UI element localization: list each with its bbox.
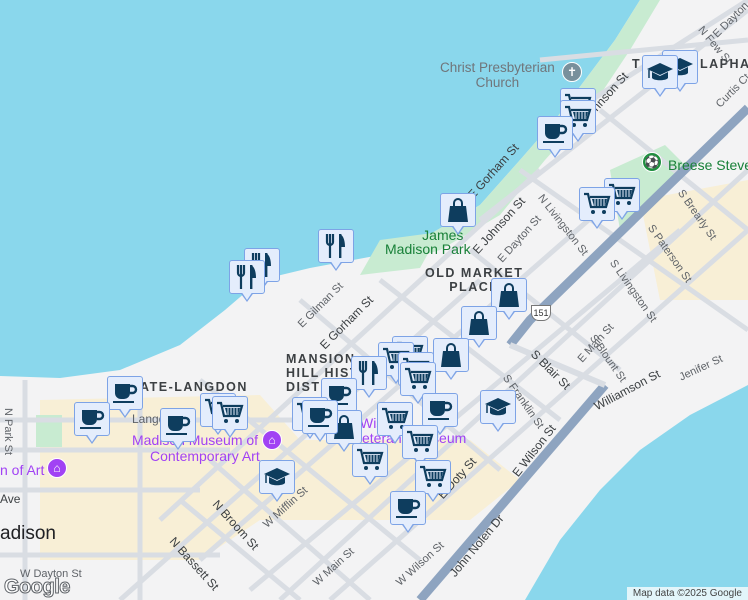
shopping-cart-icon — [406, 429, 434, 455]
marker-pointer-inner — [445, 369, 457, 378]
marker-pointer-inner — [452, 224, 464, 233]
map-attribution[interactable]: Map data ©2025 Google — [626, 587, 748, 600]
marker-pointer-inner — [363, 387, 375, 396]
coffee-cup-icon — [542, 121, 568, 145]
marker-box — [415, 460, 451, 494]
marker-cart[interactable] — [579, 187, 615, 231]
marker-box — [422, 393, 458, 427]
street-label: Ave — [0, 492, 21, 506]
marker-cup[interactable] — [302, 400, 338, 444]
district-state-langdon: ATE-LANGDON — [140, 380, 248, 394]
marker-pointer-inner — [572, 131, 584, 140]
shopping-bag-icon — [446, 197, 470, 223]
marker-box — [537, 116, 573, 150]
marker-pointer-inner — [172, 439, 184, 448]
marker-pointer-inner — [591, 218, 603, 227]
marker-utensils[interactable] — [229, 260, 265, 304]
marker-box — [318, 229, 354, 263]
marker-cup[interactable] — [74, 402, 110, 446]
marker-pointer-inner — [402, 522, 414, 531]
marker-cup[interactable] — [107, 376, 143, 420]
marker-grad[interactable] — [259, 460, 295, 504]
marker-pointer-inner — [616, 209, 628, 218]
coffee-cup-icon — [427, 398, 453, 422]
shopping-cart-icon — [356, 447, 384, 473]
marker-bag[interactable] — [440, 193, 476, 237]
graduation-cap-icon — [263, 465, 291, 489]
marker-box — [302, 400, 338, 434]
shopping-cart-icon — [404, 366, 432, 392]
marker-box — [579, 187, 615, 221]
google-logo: Google — [4, 576, 71, 599]
street-label-n-park-st: N Park St — [2, 408, 14, 456]
marker-pointer-inner — [241, 291, 253, 300]
marker-cart[interactable] — [352, 443, 388, 487]
marker-pointer-inner — [654, 86, 666, 95]
marker-utensils[interactable] — [318, 229, 354, 273]
shopping-cart-icon — [583, 191, 611, 217]
shopping-bag-icon — [439, 342, 463, 368]
poi-breese-stevens-field[interactable]: Breese Steve — [668, 157, 748, 173]
marker-box — [461, 306, 497, 340]
marker-box — [259, 460, 295, 494]
marker-cup[interactable] — [537, 116, 573, 160]
marker-pointer-inner — [224, 427, 236, 436]
coffee-cup-icon — [165, 413, 191, 437]
marker-cup[interactable] — [390, 491, 426, 535]
marker-cart[interactable] — [212, 396, 248, 440]
utensils-icon — [235, 263, 259, 291]
marker-box — [642, 55, 678, 89]
marker-box — [402, 425, 438, 459]
marker-pointer-inner — [549, 147, 561, 156]
marker-box — [400, 362, 436, 396]
graduation-cap-icon — [646, 60, 674, 84]
marker-pointer-inner — [314, 431, 326, 440]
shopping-bag-icon — [467, 310, 491, 336]
utensils-icon — [324, 232, 348, 260]
district-tenney-lapham-t: T — [632, 57, 642, 71]
marker-pointer-inner — [330, 260, 342, 269]
marker-box — [212, 396, 248, 430]
poi-christ-presbyterian-church[interactable]: Christ Presbyterian Church — [440, 60, 555, 90]
marker-pointer-inner — [492, 421, 504, 430]
marker-box — [74, 402, 110, 436]
poi-chazen-museum-of-art[interactable]: n of Art — [0, 462, 44, 478]
marker-grad[interactable] — [480, 390, 516, 434]
church-icon: ✝ — [562, 62, 582, 82]
marker-pointer-inner — [503, 309, 515, 318]
stadium-icon: ⚽ — [642, 152, 662, 172]
coffee-cup-icon — [307, 405, 333, 429]
coffee-cup-icon — [79, 407, 105, 431]
marker-pointer-inner — [119, 407, 131, 416]
marker-box — [352, 443, 388, 477]
coffee-cup-icon — [112, 381, 138, 405]
marker-bag[interactable] — [433, 338, 469, 382]
marker-pointer-inner — [271, 491, 283, 500]
shopping-cart-icon — [216, 400, 244, 426]
marker-box — [107, 376, 143, 410]
marker-pointer-inner — [389, 433, 401, 442]
marker-box — [480, 390, 516, 424]
marker-box — [160, 408, 196, 442]
museum-icon: ⌂ — [47, 458, 67, 478]
marker-box — [440, 193, 476, 227]
marker-pointer-inner — [427, 491, 439, 500]
marker-box — [229, 260, 265, 294]
graduation-cap-icon — [484, 395, 512, 419]
marker-pointer-inner — [338, 441, 350, 450]
marker-box — [433, 338, 469, 372]
shopping-bag-icon — [497, 282, 521, 308]
museum-icon: ⌂ — [262, 430, 282, 450]
marker-pointer-inner — [86, 433, 98, 442]
marker-cup[interactable] — [160, 408, 196, 452]
highway-shield-151: 151 — [531, 305, 551, 321]
marker-box — [390, 491, 426, 525]
city-madison: adison — [0, 523, 56, 544]
utensils-icon — [357, 359, 381, 387]
marker-grad[interactable] — [642, 55, 678, 99]
marker-pointer-inner — [473, 337, 485, 346]
marker-pointer-inner — [364, 474, 376, 483]
coffee-cup-icon — [395, 496, 421, 520]
shopping-cart-icon — [419, 464, 447, 490]
